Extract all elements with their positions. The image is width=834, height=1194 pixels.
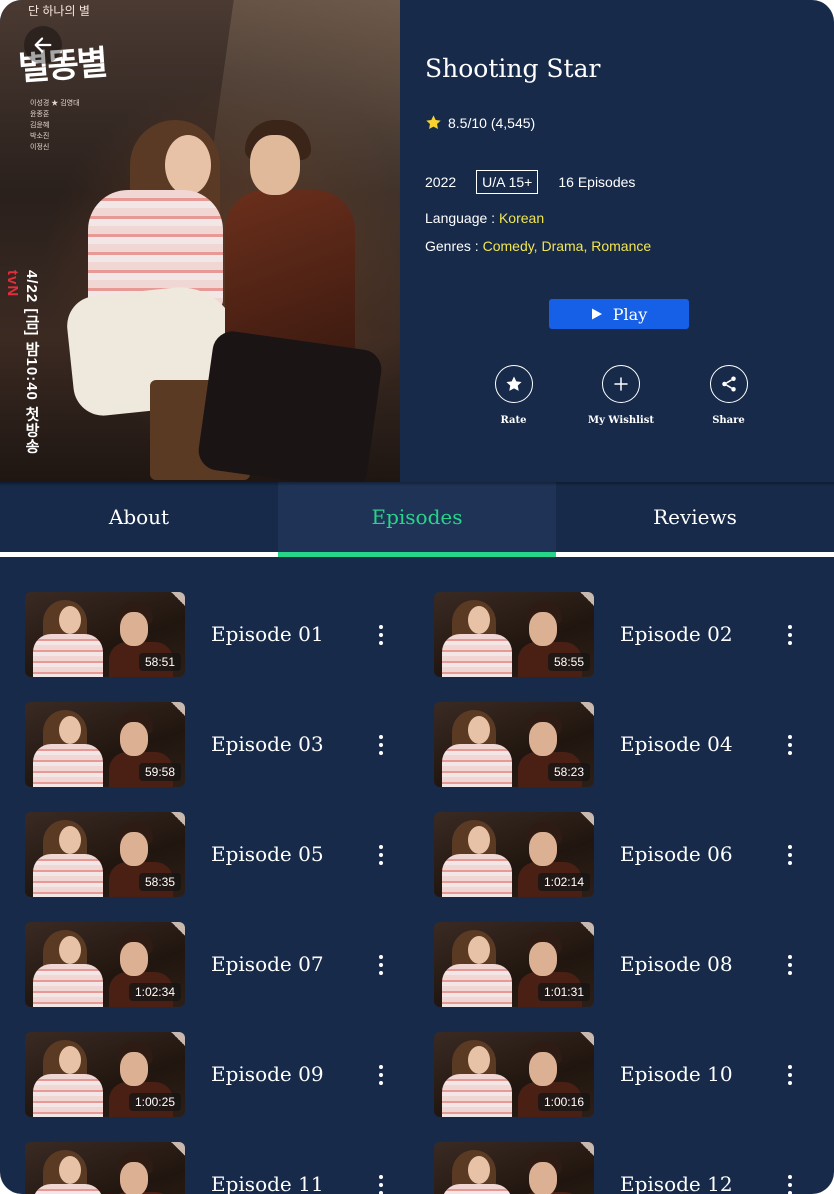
episode-thumbnail[interactable]: 1:00:25 <box>25 1032 185 1117</box>
certificate-badge: U/A 15+ <box>476 170 539 194</box>
episode-card[interactable]: Episode 11 <box>25 1142 415 1194</box>
episode-title[interactable]: Episode 12 <box>620 1172 733 1194</box>
episode-title[interactable]: Episode 07 <box>211 952 324 976</box>
episode-title[interactable]: Episode 09 <box>211 1062 324 1086</box>
more-vertical-icon[interactable] <box>371 622 391 648</box>
back-arrow-icon <box>34 37 52 53</box>
tab-episodes[interactable]: Episodes <box>278 482 556 557</box>
more-vertical-icon[interactable] <box>371 1062 391 1088</box>
rating: 8.5/10 (4,545) <box>425 114 535 131</box>
episode-card[interactable]: 1:01:31 Episode 08 <box>434 922 824 1007</box>
episode-title[interactable]: Episode 10 <box>620 1062 733 1086</box>
tab-about[interactable]: About <box>0 482 278 557</box>
episode-card[interactable]: 1:00:25 Episode 09 <box>25 1032 415 1117</box>
app-window: 단 하나의 별 별똥별 이성경 ★ 김영대 윤종훈 김윤혜 박소진 이정신 4/… <box>0 0 834 1194</box>
more-vertical-icon[interactable] <box>780 732 800 758</box>
rating-text: 8.5/10 (4,545) <box>448 114 536 131</box>
action-row: Rate My Wishlist Share <box>466 365 776 426</box>
back-button[interactable] <box>24 26 62 64</box>
episode-card[interactable]: 58:35 Episode 05 <box>25 812 415 897</box>
episode-card[interactable]: 1:02:34 Episode 07 <box>25 922 415 1007</box>
star-icon <box>426 115 441 130</box>
episode-duration: 1:02:14 <box>537 873 590 891</box>
rate-label: Rate <box>500 415 527 426</box>
wishlist-button[interactable]: My Wishlist <box>574 365 669 426</box>
release-year: 2022 <box>425 174 457 190</box>
episode-thumbnail[interactable]: 58:51 <box>25 592 185 677</box>
more-vertical-icon[interactable] <box>780 1172 800 1194</box>
more-vertical-icon[interactable] <box>371 732 391 758</box>
episode-thumbnail[interactable]: 1:02:14 <box>434 812 594 897</box>
show-title: Shooting Star <box>425 54 601 83</box>
episode-title[interactable]: Episode 05 <box>211 842 324 866</box>
poster-air-date: 4/22 [금] 밤10:40 첫방송 tvN <box>4 270 40 455</box>
show-meta: 2022 U/A 15+ 16 Episodes <box>425 170 635 194</box>
episode-duration: 1:00:16 <box>537 1093 590 1111</box>
tab-reviews[interactable]: Reviews <box>556 482 834 557</box>
language-value: Korean <box>498 210 545 226</box>
more-vertical-icon[interactable] <box>371 842 391 868</box>
more-vertical-icon[interactable] <box>780 622 800 648</box>
episode-count: 16 Episodes <box>558 174 636 190</box>
episode-thumbnail[interactable]: 59:58 <box>25 702 185 787</box>
episode-title[interactable]: Episode 01 <box>211 622 324 646</box>
language-row: Language : Korean <box>425 210 544 226</box>
plus-icon <box>614 377 628 391</box>
episode-duration: 58:23 <box>547 763 590 781</box>
episode-card[interactable]: Episode 12 <box>434 1142 824 1194</box>
episode-thumbnail[interactable]: 58:23 <box>434 702 594 787</box>
episode-card[interactable]: 1:02:14 Episode 06 <box>434 812 824 897</box>
episode-duration: 58:51 <box>138 653 181 671</box>
more-vertical-icon[interactable] <box>780 842 800 868</box>
episode-duration: 58:35 <box>138 873 181 891</box>
show-poster: 단 하나의 별 별똥별 이성경 ★ 김영대 윤종훈 김윤혜 박소진 이정신 4/… <box>0 0 400 482</box>
play-button[interactable]: Play <box>549 299 689 329</box>
episode-card[interactable]: 58:51 Episode 01 <box>25 592 415 677</box>
rate-button[interactable]: Rate <box>466 365 561 426</box>
star-circle-icon <box>505 376 522 391</box>
episode-duration: 1:00:25 <box>128 1093 181 1111</box>
episode-thumbnail[interactable]: 1:00:16 <box>434 1032 594 1117</box>
episode-thumbnail[interactable]: 1:02:34 <box>25 922 185 1007</box>
episode-thumbnail[interactable] <box>434 1142 594 1194</box>
episode-duration: 1:02:34 <box>128 983 181 1001</box>
episode-title[interactable]: Episode 03 <box>211 732 324 756</box>
wishlist-label: My Wishlist <box>588 415 654 426</box>
poster-cast: 이성경 ★ 김영대 윤종훈 김윤혜 박소진 이정신 <box>30 100 80 151</box>
more-vertical-icon[interactable] <box>780 952 800 978</box>
episode-title[interactable]: Episode 11 <box>211 1172 324 1194</box>
episode-title[interactable]: Episode 02 <box>620 622 733 646</box>
episode-thumbnail[interactable]: 58:55 <box>434 592 594 677</box>
episode-duration: 59:58 <box>138 763 181 781</box>
episode-card[interactable]: 59:58 Episode 03 <box>25 702 415 787</box>
more-vertical-icon[interactable] <box>371 1172 391 1194</box>
episode-card[interactable]: 58:55 Episode 02 <box>434 592 824 677</box>
episode-card[interactable]: 58:23 Episode 04 <box>434 702 824 787</box>
share-button[interactable]: Share <box>681 365 776 426</box>
poster-tagline: 단 하나의 별 <box>28 4 90 18</box>
play-label: Play <box>612 304 648 324</box>
genres-value: Comedy, Drama, Romance <box>482 238 652 254</box>
more-vertical-icon[interactable] <box>371 952 391 978</box>
genres-label: Genres : <box>425 238 483 254</box>
tab-bar: About Episodes Reviews <box>0 482 834 557</box>
episode-title[interactable]: Episode 04 <box>620 732 733 756</box>
episode-duration: 1:01:31 <box>537 983 590 1001</box>
episode-card[interactable]: 1:00:16 Episode 10 <box>434 1032 824 1117</box>
genres-row: Genres : Comedy, Drama, Romance <box>425 238 651 254</box>
play-icon <box>591 308 602 320</box>
episode-title[interactable]: Episode 06 <box>620 842 733 866</box>
episode-thumbnail[interactable]: 58:35 <box>25 812 185 897</box>
more-vertical-icon[interactable] <box>780 1062 800 1088</box>
share-icon <box>721 376 736 392</box>
share-label: Share <box>712 415 745 426</box>
episode-title[interactable]: Episode 08 <box>620 952 733 976</box>
language-label: Language : <box>425 210 499 226</box>
episode-duration: 58:55 <box>547 653 590 671</box>
episode-thumbnail[interactable]: 1:01:31 <box>434 922 594 1007</box>
episode-thumbnail[interactable] <box>25 1142 185 1194</box>
